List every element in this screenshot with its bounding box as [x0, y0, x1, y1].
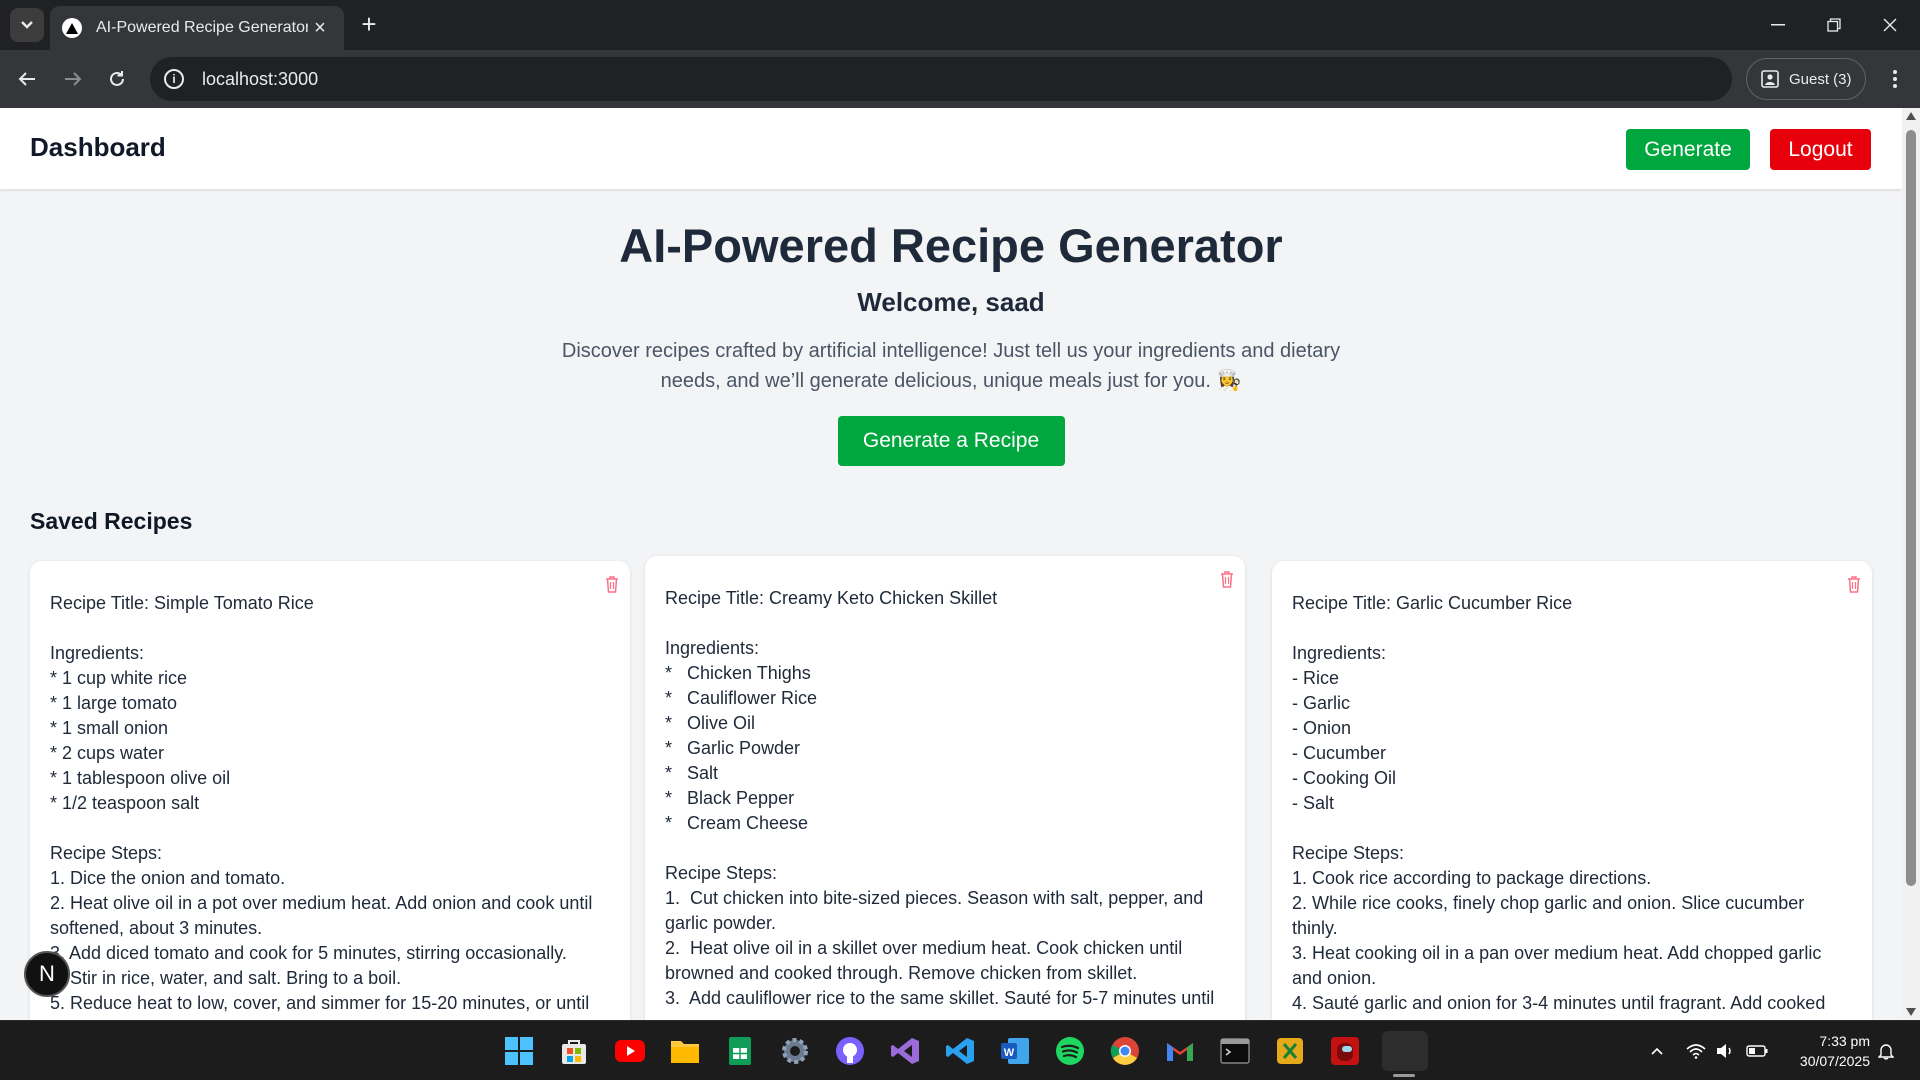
- navbar-generate-button[interactable]: Generate: [1626, 129, 1750, 170]
- microsoft-word-icon[interactable]: W: [997, 1033, 1033, 1069]
- navbar-brand[interactable]: Dashboard: [30, 132, 166, 163]
- forward-button[interactable]: [56, 62, 90, 96]
- youtube-icon[interactable]: [612, 1033, 648, 1069]
- chevron-down-icon: [21, 21, 33, 29]
- browser-menu-button[interactable]: [1880, 62, 1910, 96]
- nextjs-dev-badge[interactable]: N: [24, 951, 70, 997]
- taskbar-clock[interactable]: 7:33 pm 30/07/2025: [1780, 1031, 1870, 1071]
- hero-description: Discover recipes crafted by artificial i…: [561, 340, 1341, 392]
- settings-gear-icon[interactable]: [777, 1033, 813, 1069]
- browser-toolbar: i localhost:3000 Guest (3): [0, 50, 1920, 108]
- recipe-card: Recipe Title: Simple Tomato Rice Ingredi…: [30, 561, 630, 1020]
- arrow-right-icon: [65, 72, 82, 86]
- scroll-down-icon[interactable]: [1906, 1008, 1916, 1016]
- profile-button[interactable]: Guest (3): [1746, 58, 1866, 100]
- minimize-button[interactable]: [1750, 0, 1806, 50]
- page-viewport: Dashboard Generate Logout AI-Powered Rec…: [0, 108, 1902, 1020]
- svg-text:W: W: [1004, 1047, 1015, 1059]
- active-window-icon[interactable]: [1382, 1031, 1428, 1071]
- site-info-icon[interactable]: i: [164, 69, 184, 89]
- profile-label: Guest (3): [1789, 70, 1852, 88]
- close-icon: [1883, 18, 1897, 32]
- address-bar[interactable]: i localhost:3000: [150, 57, 1732, 101]
- minimize-icon: [1771, 24, 1785, 26]
- recipe-text: Recipe Title: Creamy Keto Chicken Skille…: [665, 588, 1215, 1008]
- among-us-icon[interactable]: [1327, 1033, 1363, 1069]
- microsoft-store-icon[interactable]: [556, 1033, 592, 1069]
- window-close-button[interactable]: [1862, 0, 1918, 50]
- tab-title: AI-Powered Recipe Generator: [96, 19, 308, 36]
- gmail-icon[interactable]: [1162, 1033, 1198, 1069]
- arrow-left-icon: [18, 72, 35, 86]
- app-navbar: Dashboard Generate Logout: [0, 108, 1902, 189]
- chrome-icon[interactable]: [1107, 1033, 1143, 1069]
- tray-overflow-icon[interactable]: [1650, 1021, 1664, 1080]
- welcome-heading: Welcome, saad: [857, 287, 1045, 317]
- clock-time: 7:33 pm: [1819, 1033, 1870, 1049]
- scrollbar-thumb[interactable]: [1906, 130, 1916, 886]
- restore-icon: [1827, 18, 1841, 32]
- more-vertical-icon: [1893, 70, 1897, 88]
- notification-bell-icon[interactable]: [1878, 1021, 1894, 1080]
- generate-recipe-button[interactable]: Generate a Recipe: [837, 416, 1065, 466]
- guest-profile-icon: [1761, 70, 1779, 88]
- google-sheets-icon[interactable]: [722, 1033, 758, 1069]
- reload-icon: [110, 71, 124, 86]
- trash-icon[interactable]: [1219, 570, 1235, 588]
- wifi-icon[interactable]: [1686, 1021, 1706, 1080]
- tab-close-icon[interactable]: ×: [308, 17, 332, 40]
- page-scrollbar[interactable]: [1902, 108, 1920, 1020]
- volume-icon[interactable]: [1716, 1021, 1734, 1080]
- terminal-icon[interactable]: [1217, 1033, 1253, 1069]
- snipping-tool-icon[interactable]: [1272, 1033, 1308, 1069]
- spotify-icon[interactable]: [1052, 1033, 1088, 1069]
- visual-studio-icon[interactable]: [887, 1033, 923, 1069]
- vscode-icon[interactable]: [942, 1033, 978, 1069]
- new-tab-button[interactable]: +: [354, 10, 384, 40]
- nextjs-favicon-icon: [62, 18, 82, 38]
- restore-button[interactable]: [1806, 0, 1862, 50]
- windows-start-icon[interactable]: [501, 1033, 537, 1069]
- scroll-up-icon[interactable]: [1906, 112, 1916, 120]
- recipe-text: Recipe Title: Simple Tomato Rice Ingredi…: [50, 593, 593, 1013]
- file-explorer-icon[interactable]: [667, 1033, 703, 1069]
- back-button[interactable]: [10, 62, 44, 96]
- windows-taskbar: W 7:33 pm 30/07/2025: [0, 1020, 1920, 1080]
- url-text: localhost:3000: [202, 68, 319, 89]
- hero-section: AI-Powered Recipe Generator Welcome, saa…: [0, 218, 1902, 466]
- trash-icon[interactable]: [1846, 575, 1862, 593]
- recipe-card: Recipe Title: Garlic Cucumber Rice Ingre…: [1272, 561, 1872, 1020]
- logout-button[interactable]: Logout: [1770, 129, 1871, 170]
- github-icon[interactable]: [832, 1033, 868, 1069]
- active-app-indicator: [1393, 1074, 1415, 1077]
- recipe-text: Recipe Title: Garlic Cucumber Rice Ingre…: [1292, 593, 1826, 1020]
- browser-tab-bar: AI-Powered Recipe Generator × +: [0, 0, 1920, 50]
- tab-search-button[interactable]: [10, 8, 44, 42]
- recipe-card: Recipe Title: Creamy Keto Chicken Skille…: [645, 556, 1245, 1020]
- battery-icon[interactable]: [1746, 1021, 1768, 1080]
- clock-date: 30/07/2025: [1799, 1053, 1870, 1069]
- trash-icon[interactable]: [604, 575, 620, 593]
- saved-recipes-heading: Saved Recipes: [30, 508, 193, 534]
- browser-tab-active[interactable]: AI-Powered Recipe Generator ×: [50, 6, 344, 50]
- page-title: AI-Powered Recipe Generator: [619, 219, 1283, 272]
- reload-button[interactable]: [100, 62, 134, 96]
